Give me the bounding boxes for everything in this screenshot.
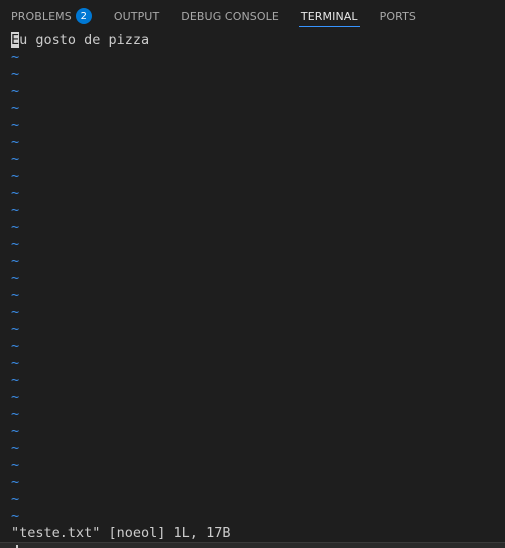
empty-line-tilde: ~ <box>11 236 20 252</box>
empty-line-tilde: ~ <box>11 355 20 371</box>
tab-debug-console-label: DEBUG CONSOLE <box>181 9 279 23</box>
empty-line-tilde: ~ <box>11 287 20 303</box>
empty-line-tilde: ~ <box>11 66 20 82</box>
terminal-panel: PROBLEMS 2 OUTPUT DEBUG CONSOLE TERMINAL… <box>0 0 505 548</box>
problems-count-badge: 2 <box>75 8 92 24</box>
empty-line-tilde: ~ <box>11 491 20 507</box>
empty-line-tilde: ~ <box>11 117 20 133</box>
terminal-output[interactable]: Eu gosto de pizza ~ ~ ~ ~ ~ ~ ~ ~ ~ ~ ~ ~ ~ ~ ~ ~ ~ ~ ~ ~ ~ ~… <box>11 32 505 548</box>
empty-line-tilde: ~ <box>11 270 20 286</box>
tab-ports[interactable]: PORTS <box>380 0 416 32</box>
file-content-text: u gosto de pizza <box>19 32 150 48</box>
empty-line-tilde: ~ <box>11 389 20 405</box>
empty-line-tilde: ~ <box>11 474 20 490</box>
empty-line-tilde: ~ <box>11 508 20 524</box>
empty-line-tilde: ~ <box>11 457 20 473</box>
panel-tab-bar: PROBLEMS 2 OUTPUT DEBUG CONSOLE TERMINAL… <box>0 0 505 32</box>
empty-line-tilde: ~ <box>11 202 20 218</box>
empty-line-tilde: ~ <box>11 185 20 201</box>
empty-line-tilde: ~ <box>11 338 20 354</box>
tab-output[interactable]: OUTPUT <box>114 0 159 32</box>
empty-line-tilde: ~ <box>11 423 20 439</box>
empty-line-tilde: ~ <box>11 372 20 388</box>
text-cursor: E <box>11 32 20 48</box>
empty-line-tilde: ~ <box>11 440 20 456</box>
empty-line-tilde: ~ <box>11 83 20 99</box>
tab-problems-label: PROBLEMS <box>11 9 72 23</box>
tab-output-label: OUTPUT <box>113 9 160 23</box>
empty-line-tilde: ~ <box>11 321 20 337</box>
tab-ports-label: PORTS <box>379 9 416 23</box>
empty-line-tilde: ~ <box>11 151 20 167</box>
empty-line-tilde: ~ <box>11 100 20 116</box>
tab-debug-console[interactable]: DEBUG CONSOLE <box>181 0 279 32</box>
empty-line-tilde: ~ <box>11 219 20 235</box>
empty-line-tilde: ~ <box>11 253 20 269</box>
empty-line-tilde: ~ <box>11 49 20 65</box>
tab-terminal-label: TERMINAL <box>300 9 358 23</box>
vim-status-line: "teste.txt" [noeol] 1L, 17B <box>11 525 231 541</box>
tab-problems[interactable]: PROBLEMS 2 <box>11 0 92 32</box>
terminal-line-text: Eu gosto de pizza <box>11 32 505 49</box>
empty-line-tilde: ~ <box>11 134 20 150</box>
empty-line-tilde: ~ <box>11 168 20 184</box>
empty-line-tilde: ~ <box>11 406 20 422</box>
tab-terminal[interactable]: TERMINAL <box>298 0 360 32</box>
horizontal-scrollbar[interactable] <box>0 542 505 548</box>
empty-line-tilde: ~ <box>11 304 20 320</box>
